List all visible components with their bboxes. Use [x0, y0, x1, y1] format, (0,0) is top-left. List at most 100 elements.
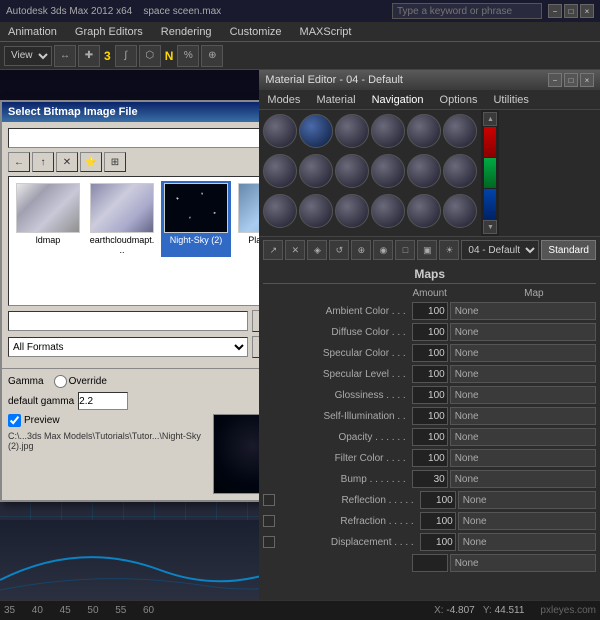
mat-sphere-10[interactable] [371, 154, 405, 188]
map-amount-glossiness[interactable] [412, 386, 448, 404]
map-amount-extra[interactable] [412, 554, 448, 572]
map-amount-diffuse[interactable] [412, 323, 448, 341]
view-select[interactable]: View [4, 46, 52, 66]
mat-name-select[interactable]: 04 - Default [461, 240, 539, 260]
file-browser-area[interactable]: ldmap earthcloudmapt... [8, 176, 259, 306]
mat-menu-utilities[interactable]: Utilities [489, 92, 532, 108]
mat-pick-btn[interactable]: ↗ [263, 240, 283, 260]
minimize-button[interactable]: − [548, 4, 562, 18]
mat-sphere-7[interactable] [263, 154, 297, 188]
mat-sphere-11[interactable] [407, 154, 441, 188]
map-check-refraction[interactable] [263, 515, 275, 527]
menu-maxscript[interactable]: MAXScript [296, 24, 356, 40]
mat-copy-btn[interactable]: ⊕ [351, 240, 371, 260]
mat-close-button[interactable]: × [580, 73, 594, 87]
map-amount-speccolor[interactable] [412, 344, 448, 362]
mat-menu-options[interactable]: Options [436, 92, 482, 108]
nav-back-button[interactable]: ← [8, 152, 30, 172]
map-btn-extra[interactable]: None [450, 554, 596, 572]
map-btn-speccolor[interactable]: None [450, 344, 596, 362]
file-item-planets[interactable]: Planets (8) [235, 181, 259, 257]
map-btn-ambient[interactable]: None [450, 302, 596, 320]
map-amount-selfillum[interactable] [412, 407, 448, 425]
mat-sphere-17[interactable] [407, 194, 441, 228]
map-amount-filtercolor[interactable] [412, 449, 448, 467]
mat-reset-btn[interactable]: ↺ [329, 240, 349, 260]
filetype-select[interactable]: All Formats [8, 337, 248, 357]
map-amount-opacity[interactable] [412, 428, 448, 446]
file-item-earthcloud[interactable]: earthcloudmapt... [87, 181, 157, 257]
side-btn-2[interactable]: ▼ [483, 220, 497, 234]
mat-light-btn[interactable]: ☀ [439, 240, 459, 260]
open-button[interactable]: Open [252, 310, 259, 332]
toolbar-btn-1[interactable]: ↔ [54, 45, 76, 67]
file-item-ldmap[interactable]: ldmap [13, 181, 83, 257]
mat-delete-btn[interactable]: ✕ [285, 240, 305, 260]
mat-sphere-18[interactable] [443, 194, 477, 228]
map-amount-speclevel[interactable] [412, 365, 448, 383]
toolbar-btn-3[interactable]: ∫ [115, 45, 137, 67]
map-amount-reflection[interactable] [420, 491, 456, 509]
cancel-button[interactable]: Cancel [252, 336, 259, 358]
map-btn-reflection[interactable]: None [458, 491, 596, 509]
nav-delete-button[interactable]: ✕ [56, 152, 78, 172]
close-button[interactable]: × [580, 4, 594, 18]
map-amount-displacement[interactable] [420, 533, 456, 551]
mat-sphere-1[interactable] [263, 114, 297, 148]
map-btn-diffuse[interactable]: None [450, 323, 596, 341]
mat-sphere-14[interactable] [299, 194, 333, 228]
menu-graph-editors[interactable]: Graph Editors [71, 24, 147, 40]
map-btn-selfillum[interactable]: None [450, 407, 596, 425]
map-amount-refraction[interactable] [420, 512, 456, 530]
toolbar-btn-6[interactable]: ⊕ [201, 45, 223, 67]
mat-box-btn[interactable]: □ [395, 240, 415, 260]
map-amount-bump[interactable] [412, 470, 448, 488]
side-btn-1[interactable]: ▲ [483, 112, 497, 126]
toolbar-btn-5[interactable]: % [177, 45, 199, 67]
mat-sphere-5[interactable] [407, 114, 441, 148]
toolbar-btn-2[interactable]: ✚ [78, 45, 100, 67]
preview-checkbox-label[interactable]: Preview [8, 414, 205, 427]
mat-bg-btn[interactable]: ▣ [417, 240, 437, 260]
mat-menu-navigation[interactable]: Navigation [368, 92, 428, 108]
filename-input[interactable] [8, 311, 248, 331]
menu-customize[interactable]: Customize [226, 24, 286, 40]
map-btn-glossiness[interactable]: None [450, 386, 596, 404]
mat-sphere-6[interactable] [443, 114, 477, 148]
map-btn-speclevel[interactable]: None [450, 365, 596, 383]
map-check-reflection[interactable] [263, 494, 275, 506]
menu-animation[interactable]: Animation [4, 24, 61, 40]
mat-sphere-4[interactable] [371, 114, 405, 148]
map-btn-opacity[interactable]: None [450, 428, 596, 446]
search-input[interactable] [392, 3, 542, 19]
toolbar-btn-4[interactable]: ⬡ [139, 45, 161, 67]
maximize-button[interactable]: □ [564, 4, 578, 18]
map-amount-ambient[interactable] [412, 302, 448, 320]
gamma-override-radio[interactable]: Override [54, 375, 107, 388]
mat-sphere-13[interactable] [263, 194, 297, 228]
map-check-displacement[interactable] [263, 536, 275, 548]
mat-sphere-8[interactable] [299, 154, 333, 188]
file-item-night-sky[interactable]: Night-Sky (2) [161, 181, 231, 257]
nav-fav-button[interactable]: ⭐ [80, 152, 102, 172]
mat-sphere-12[interactable] [443, 154, 477, 188]
gamma-value-input[interactable] [78, 392, 128, 410]
mat-type-button[interactable]: Standard [541, 240, 596, 260]
mat-sphere-3[interactable] [335, 114, 369, 148]
preview-checkbox[interactable] [8, 414, 21, 427]
mat-minimize-button[interactable]: − [548, 73, 562, 87]
mat-menu-modes[interactable]: Modes [263, 92, 304, 108]
mat-sphere-15[interactable] [335, 194, 369, 228]
mat-sphere-9[interactable] [335, 154, 369, 188]
mat-sphere-btn[interactable]: ◉ [373, 240, 393, 260]
nav-up-button[interactable]: ↑ [32, 152, 54, 172]
menu-rendering[interactable]: Rendering [157, 24, 216, 40]
mat-assign-btn[interactable]: ◈ [307, 240, 327, 260]
mat-sphere-2[interactable] [299, 114, 333, 148]
map-btn-refraction[interactable]: None [458, 512, 596, 530]
map-btn-filtercolor[interactable]: None [450, 449, 596, 467]
dialog-path-input[interactable] [8, 128, 259, 148]
nav-view-button[interactable]: ⊞ [104, 152, 126, 172]
mat-menu-material[interactable]: Material [312, 92, 359, 108]
mat-sphere-16[interactable] [371, 194, 405, 228]
